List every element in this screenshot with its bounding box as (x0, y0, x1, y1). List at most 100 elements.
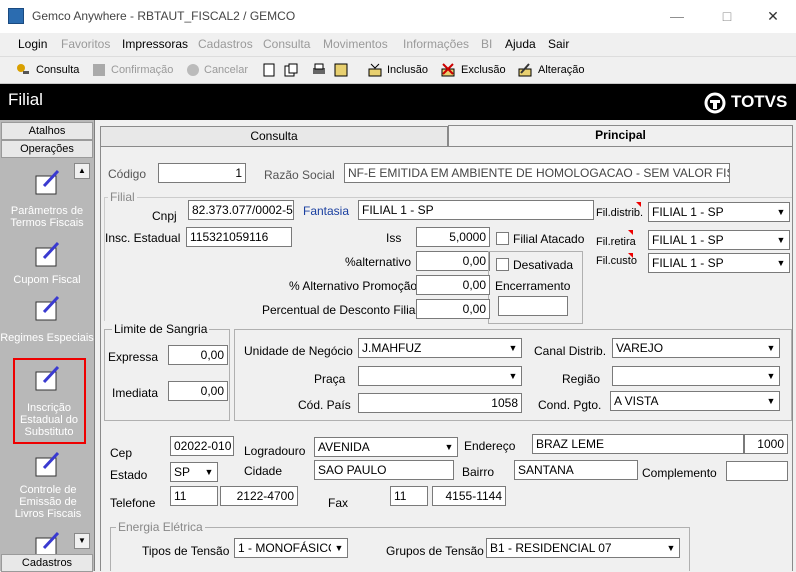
sidebar-atalhos[interactable]: Atalhos (1, 122, 93, 140)
report-icon[interactable] (334, 63, 348, 77)
estado-label: Estado (110, 468, 148, 482)
bairro-label: Bairro (462, 465, 495, 479)
sidebar-item-cupom[interactable]: Cupom Fiscal (0, 274, 94, 286)
telefone-ddd-field[interactable]: 11 (170, 486, 218, 506)
filretira-select[interactable]: FILIAL 1 - SP ▼ (648, 230, 790, 250)
cep-field[interactable]: 02022-010 (170, 436, 234, 456)
condpgto-label: Cond. Pgto. (538, 398, 602, 412)
alternativo-label: %alternativo (345, 255, 412, 269)
scroll-up-button[interactable]: ▲ (74, 163, 90, 179)
condpgto-value: A VISTA (614, 394, 659, 408)
chevron-down-icon: ▼ (773, 203, 789, 221)
complemento-field[interactable] (726, 461, 788, 481)
window-title: Gemco Anywhere - RBTAUT_FISCAL2 / GEMCO (32, 9, 296, 23)
chevron-down-icon: ▼ (505, 367, 521, 385)
bairro-field[interactable]: SANTANA (514, 460, 638, 480)
menu-consulta[interactable]: Consulta (263, 37, 310, 51)
insc-field[interactable]: 115321059116 (186, 227, 292, 247)
sidebar-operacoes[interactable]: Operações (1, 140, 93, 158)
menu-login[interactable]: Login (18, 37, 47, 51)
filcusto-select[interactable]: FILIAL 1 - SP ▼ (648, 253, 790, 273)
encerramento-field[interactable] (498, 296, 568, 316)
exclusao-button[interactable]: Exclusão (461, 64, 506, 76)
sidebar-item-parametros[interactable]: Parâmetros de Termos Fiscais (0, 205, 94, 229)
codigo-label: Código (108, 167, 147, 181)
sidebar-item-regimes[interactable]: Regimes Especiais (0, 332, 94, 344)
menu-informacoes[interactable]: Informações (403, 37, 469, 51)
expressa-label: Expressa (108, 350, 159, 364)
title-bar: Gemco Anywhere - RBTAUT_FISCAL2 / GEMCO … (0, 0, 796, 33)
toolbar: Consulta Confirmação Cancelar Inclusão E… (0, 58, 796, 84)
sidebar-cadastros[interactable]: Cadastros (1, 554, 93, 572)
razao-field[interactable]: NF-E EMITIDA EM AMBIENTE DE HOMOLOGACAO … (344, 163, 730, 183)
maximize-button[interactable]: □ (716, 6, 738, 26)
fax-label: Fax (328, 496, 349, 510)
sidebar-item-controle[interactable]: Controle de Emissão de Livros Fiscais (8, 484, 88, 520)
consulta-button[interactable]: Consulta (36, 64, 79, 76)
alteracao-button[interactable]: Alteração (538, 64, 584, 76)
encerramento-label: Encerramento (495, 279, 571, 293)
imediata-field[interactable]: 0,00 (168, 381, 228, 401)
fax-ddd-field[interactable]: 11 (390, 486, 428, 506)
add-icon (368, 63, 382, 77)
confirmacao-button[interactable]: Confirmação (111, 64, 173, 76)
menu-ajuda[interactable]: Ajuda (505, 37, 536, 51)
cnpj-field[interactable]: 82.373.077/0002-52 (188, 200, 294, 220)
cidade-field[interactable]: SAO PAULO (314, 460, 454, 480)
grupos-select[interactable]: B1 - RESIDENCIAL 07 ▼ (486, 538, 680, 558)
iss-field[interactable]: 5,0000 (416, 227, 490, 247)
praca-label: Praça (314, 372, 346, 386)
tab-consulta[interactable]: Consulta (100, 126, 448, 146)
menu-movimentos[interactable]: Movimentos (323, 37, 388, 51)
close-button[interactable]: ✕ (762, 6, 784, 26)
menu-sair[interactable]: Sair (548, 37, 569, 51)
fildistrib-select[interactable]: FILIAL 1 - SP ▼ (648, 202, 790, 222)
atacado-checkbox[interactable] (496, 232, 509, 245)
percdesc-field[interactable]: 0,00 (416, 299, 490, 319)
logradouro-select[interactable]: AVENIDA ▼ (314, 437, 458, 457)
fax-number-field[interactable]: 4155-1144 (432, 486, 506, 506)
altprom-field[interactable]: 0,00 (416, 275, 490, 295)
expressa-field[interactable]: 0,00 (168, 345, 228, 365)
menu-bi[interactable]: BI (481, 37, 492, 51)
telefone-number-field[interactable]: 2122-4700 (220, 486, 298, 506)
cep-label: Cep (110, 446, 133, 460)
codpais-field[interactable]: 1058 (358, 393, 522, 413)
filial-group-title: Filial (108, 190, 137, 204)
menu-impressoras[interactable]: Impressoras (122, 37, 188, 51)
endereco-field[interactable]: BRAZ LEME (532, 434, 744, 454)
menu-favoritos[interactable]: Favoritos (61, 37, 110, 51)
estado-select[interactable]: SP ▼ (170, 462, 218, 482)
edit-icon (518, 63, 532, 77)
praca-select[interactable]: ▼ (358, 366, 522, 386)
sidebar-item-inscricao[interactable]: Inscrição Estadual do Substituto (10, 402, 88, 438)
tipos-value: 1 - MONOFÁSICO (238, 541, 338, 555)
cancelar-button[interactable]: Cancelar (204, 64, 248, 76)
tipos-select[interactable]: 1 - MONOFÁSICO ▼ (234, 538, 348, 558)
inclusao-button[interactable]: Inclusão (387, 64, 428, 76)
imediata-label: Imediata (112, 386, 159, 400)
printer-icon[interactable] (312, 63, 326, 77)
tab-principal[interactable]: Principal (448, 125, 793, 147)
alternativo-field[interactable]: 0,00 (416, 251, 490, 271)
scroll-down-button[interactable]: ▼ (74, 533, 90, 549)
minimize-button[interactable]: — (666, 6, 688, 26)
iss-label: Iss (386, 231, 402, 245)
menu-cadastros[interactable]: Cadastros (198, 37, 253, 51)
fantasia-label: Fantasia (303, 204, 350, 218)
chevron-down-icon: ▼ (201, 463, 217, 481)
condpgto-select[interactable]: A VISTA ▼ (610, 391, 780, 411)
new-document-icon[interactable] (262, 63, 276, 77)
copy-document-icon[interactable] (284, 63, 298, 77)
fantasia-field[interactable]: FILIAL 1 - SP (358, 200, 594, 220)
fildistrib-value: FILIAL 1 - SP (652, 205, 724, 219)
altprom-label: % Alternativo Promoção (289, 279, 418, 293)
codigo-field[interactable]: 1 (158, 163, 246, 183)
regiao-select[interactable]: ▼ (612, 366, 780, 386)
desativada-checkbox[interactable] (496, 258, 509, 271)
numero-field[interactable]: 1000 (744, 434, 788, 454)
canal-select[interactable]: VAREJO ▼ (612, 338, 780, 358)
regiao-label: Região (562, 372, 601, 386)
chevron-down-icon: ▼ (773, 231, 789, 249)
unidade-select[interactable]: J.MAHFUZ ▼ (358, 338, 522, 358)
